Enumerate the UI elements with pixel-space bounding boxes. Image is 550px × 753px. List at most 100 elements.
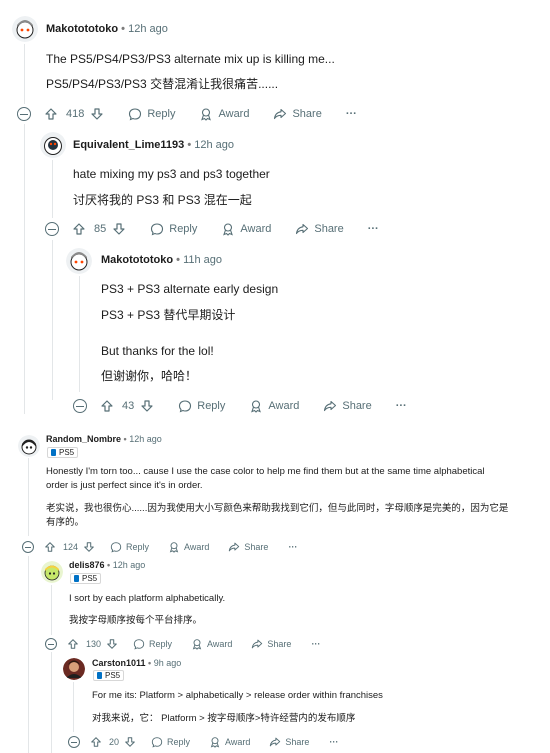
flair-label: PS5	[82, 574, 98, 583]
more-icon[interactable]: ···	[329, 737, 338, 747]
collapse-icon[interactable]	[22, 541, 34, 553]
thread-line	[73, 682, 74, 732]
username-text[interactable]: Equivalent_Lime1193	[73, 139, 184, 151]
more-icon[interactable]: ···	[368, 223, 379, 235]
share-label[interactable]: Share	[244, 542, 268, 552]
thread-line	[52, 240, 53, 400]
reply-label[interactable]: Reply	[169, 223, 197, 235]
avatar[interactable]	[66, 248, 92, 274]
collapse-icon[interactable]	[45, 638, 57, 650]
award-label[interactable]: Award	[225, 737, 250, 747]
upvote-icon[interactable]	[72, 222, 86, 236]
downvote-icon[interactable]	[106, 638, 118, 650]
share-button[interactable]: Share	[323, 399, 372, 413]
reply-button[interactable]: Reply	[150, 222, 197, 236]
username-text[interactable]: Random_Nombre	[46, 434, 121, 444]
upvote-icon[interactable]	[90, 736, 102, 748]
upvote-icon[interactable]	[67, 638, 79, 650]
timestamp: 12h ago	[194, 139, 235, 151]
reply-label[interactable]: Reply	[167, 737, 190, 747]
share-label[interactable]: Share	[292, 108, 321, 120]
username[interactable]: Equivalent_Lime1193 • 12h ago	[73, 139, 234, 151]
award-label[interactable]: Award	[240, 223, 271, 235]
reply-label[interactable]: Reply	[197, 400, 225, 412]
reply-button[interactable]: Reply	[110, 541, 149, 553]
award-label[interactable]: Award	[218, 108, 249, 120]
more-icon[interactable]: ···	[346, 108, 357, 120]
share-label[interactable]: Share	[314, 223, 343, 235]
timestamp: 12h ago	[112, 560, 146, 570]
more-icon[interactable]: ···	[288, 542, 297, 552]
comment-line: Honestly I'm torn too... cause I use the…	[46, 466, 485, 477]
reply-label[interactable]: Reply	[126, 542, 149, 552]
vote-count: 85	[94, 223, 107, 235]
share-button[interactable]: Share	[251, 638, 291, 650]
share-button[interactable]: Share	[273, 107, 322, 121]
collapse-icon[interactable]	[45, 222, 59, 236]
upvote-icon[interactable]	[44, 107, 58, 121]
award-label[interactable]: Award	[184, 542, 209, 552]
share-button[interactable]: Share	[269, 736, 309, 748]
collapse-icon[interactable]	[73, 399, 87, 413]
username-text[interactable]: Makotototoko	[46, 23, 118, 35]
award-button[interactable]: Award	[191, 638, 232, 650]
vote-count: 43	[122, 400, 135, 412]
action-bar: 418 Reply Award Share ···	[44, 105, 357, 123]
username-text[interactable]: Carston1011	[92, 658, 146, 668]
action-bar: 20 Reply Award Share ···	[90, 735, 338, 749]
award-label[interactable]: Award	[268, 400, 299, 412]
downvote-icon[interactable]	[124, 736, 136, 748]
reply-label[interactable]: Reply	[149, 639, 172, 649]
reply-button[interactable]: Reply	[178, 399, 225, 413]
share-button[interactable]: Share	[295, 222, 344, 236]
share-label[interactable]: Share	[342, 400, 371, 412]
username[interactable]: Carston1011 • 9h ago	[92, 658, 181, 668]
award-button[interactable]: Award	[249, 399, 299, 413]
award-label[interactable]: Award	[207, 639, 232, 649]
downvote-icon[interactable]	[140, 399, 154, 413]
award-icon	[223, 223, 234, 236]
downvote-icon[interactable]	[112, 222, 126, 236]
username[interactable]: Makotototoko • 11h ago	[101, 254, 222, 266]
award-icon	[201, 108, 212, 121]
comment-line: order is just perfect since it's in orde…	[46, 480, 203, 491]
reply-label[interactable]: Reply	[147, 108, 175, 120]
thread-line	[52, 160, 53, 218]
avatar[interactable]	[41, 561, 63, 583]
reply-icon	[179, 400, 192, 413]
upvote-icon[interactable]	[100, 399, 114, 413]
flair-icon	[74, 575, 79, 582]
upvote-icon[interactable]	[44, 541, 56, 553]
avatar[interactable]	[40, 132, 66, 158]
downvote-icon[interactable]	[83, 541, 95, 553]
more-icon[interactable]: ···	[396, 400, 407, 412]
more-icon[interactable]: ···	[311, 639, 320, 649]
downvote-icon[interactable]	[90, 107, 104, 121]
share-button[interactable]: Share	[228, 541, 268, 553]
award-button[interactable]: Award	[168, 541, 209, 553]
collapse-icon[interactable]	[17, 107, 31, 121]
vote-count: 20	[109, 737, 120, 747]
reply-icon	[133, 639, 145, 650]
award-button[interactable]: Award	[199, 107, 249, 121]
flair-label: PS5	[105, 671, 121, 680]
share-label[interactable]: Share	[267, 639, 291, 649]
comment-line: 有序的。	[46, 517, 85, 528]
username[interactable]: Makotototoko • 12h ago	[46, 23, 168, 35]
reply-icon	[129, 108, 142, 121]
share-label[interactable]: Share	[285, 737, 309, 747]
award-button[interactable]: Award	[209, 736, 250, 748]
share-icon	[296, 223, 309, 235]
reply-button[interactable]: Reply	[128, 107, 175, 121]
username-text[interactable]: Makotototoko	[101, 254, 173, 266]
award-button[interactable]: Award	[221, 222, 271, 236]
avatar[interactable]	[63, 658, 85, 680]
reply-button[interactable]: Reply	[151, 736, 190, 748]
reply-button[interactable]: Reply	[133, 638, 172, 650]
collapse-icon[interactable]	[68, 736, 80, 748]
username[interactable]: delis876 • 12h ago	[69, 560, 145, 570]
avatar[interactable]	[12, 16, 38, 42]
username[interactable]: Random_Nombre • 12h ago	[46, 434, 162, 444]
avatar[interactable]	[18, 435, 40, 457]
username-text[interactable]: delis876	[69, 560, 105, 570]
